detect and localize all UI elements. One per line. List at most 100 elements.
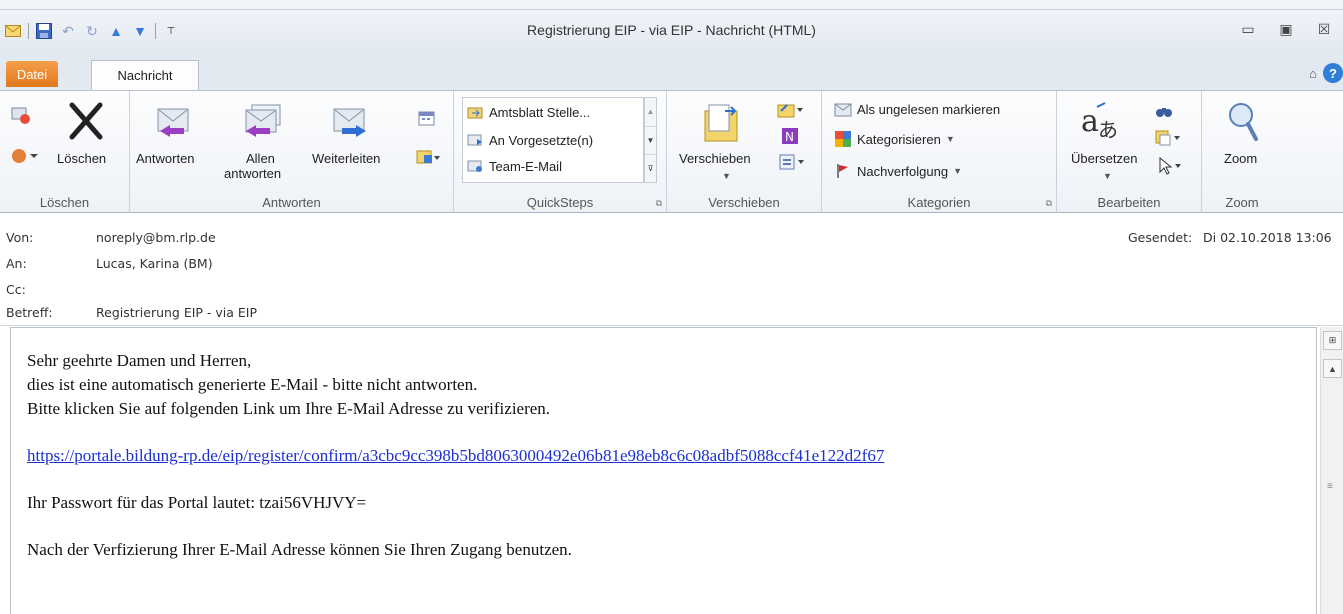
followup-label: Nachverfolgung (857, 163, 949, 179)
categorize-icon (834, 130, 852, 148)
group-label-antworten: Antworten (262, 195, 321, 210)
reply-button[interactable]: Antworten (136, 151, 195, 166)
group-label-loeschen: Löschen (39, 195, 90, 210)
mark-unread-button[interactable]: Als ungelesen markieren (834, 100, 1000, 118)
confirm-link[interactable]: https://portale.bildung-rp.de/eip/regist… (27, 446, 884, 466)
followup-button[interactable]: Nachverfolgung ▼ (834, 162, 962, 180)
from-value[interactable]: noreply@bm.rlp.de (96, 230, 216, 245)
move-dropdown-icon[interactable]: ▼ (722, 171, 731, 181)
scroll-up-icon[interactable]: ▲ (645, 98, 656, 126)
body-password: Ihr Passwort für das Portal lautet: tzai… (27, 493, 367, 512)
group-label-zoom: Zoom (1225, 195, 1259, 210)
quickstep-label: An Vorgesetzte(n) (489, 132, 594, 148)
dialog-launcher-icon[interactable]: ⧉ (656, 198, 662, 209)
group-zoom: Zoom Zoom (1202, 91, 1282, 213)
more-respond-icon[interactable] (416, 149, 442, 172)
svg-text:a: a (1081, 104, 1099, 139)
body-line-verify: Bitte klicken Sie auf folgenden Link um … (27, 399, 551, 418)
group-label-kategorien: Kategorien (907, 195, 971, 210)
window-controls: ▭ ▣ ☒ (1229, 16, 1343, 42)
ignore-icon[interactable] (10, 105, 32, 130)
ribbon: Löschen Löschen Antworten Allen antworte… (0, 90, 1343, 213)
quickstep-item-team[interactable]: Team-E-Mail (466, 157, 562, 175)
window-title: Registrierung EIP - via EIP - Nachricht … (527, 22, 816, 38)
zoom-button[interactable]: Zoom (1224, 151, 1257, 166)
categorize-button[interactable]: Kategorisieren ▼ (834, 130, 955, 148)
group-loeschen: Löschen Löschen (0, 91, 130, 213)
sent-label: Gesendet: (1128, 230, 1193, 245)
translate-icon[interactable]: aあ (1081, 101, 1121, 146)
minimize-button[interactable]: ▭ (1229, 16, 1267, 42)
translate-button[interactable]: Übersetzen (1071, 151, 1137, 166)
onenote-icon[interactable]: N (781, 127, 799, 150)
group-verschieben: Verschieben ▼ N Verschieben (667, 91, 822, 213)
group-label-bearbeiten: Bearbeiten (1097, 195, 1161, 210)
cc-label: Cc: (6, 282, 26, 297)
vertical-scrollbar[interactable]: ⊞ ▲ ≡ (1320, 327, 1343, 614)
delete-label[interactable]: Löschen (57, 151, 106, 166)
group-quicksteps: Amtsblatt Stelle... An Vorgesetzte(n) Te… (454, 91, 667, 213)
to-label: An: (6, 256, 27, 271)
title-bar: ↶ ↻ ▲ ▼ ⊤ Registrierung EIP - via EIP - … (0, 0, 1343, 55)
cleanup-icon[interactable] (10, 147, 40, 170)
find-icon[interactable] (1155, 103, 1173, 124)
scroll-down-icon[interactable]: ▼ (645, 126, 656, 154)
ribbon-tabs: Datei Nachricht ⌂ ? (0, 55, 1343, 90)
related-icon[interactable] (1155, 129, 1183, 152)
select-icon[interactable] (1157, 156, 1185, 180)
smart-tag-icon[interactable]: ⊞ (1323, 331, 1342, 350)
group-label-verschieben: Verschieben (708, 195, 780, 210)
group-label-quicksteps: QuickSteps (526, 195, 594, 210)
scroll-thumb-grip-icon[interactable]: ≡ (1327, 481, 1333, 492)
move-button[interactable]: Verschieben (679, 151, 751, 166)
chevron-down-icon: ▼ (953, 166, 962, 176)
to-value[interactable]: Lucas, Karina (BM) (96, 256, 213, 271)
quickstep-forward-icon (466, 131, 484, 149)
maximize-button[interactable]: ▣ (1267, 16, 1305, 42)
chevron-down-icon: ▼ (945, 134, 955, 144)
dialog-launcher-icon[interactable]: ⧉ (1046, 198, 1052, 209)
envelope-unread-icon (834, 100, 852, 118)
quicksteps-scroll: ▲ ▼ ⊽ (644, 97, 657, 183)
reply-all-icon[interactable] (240, 103, 284, 146)
sent-value: Di 02.10.2018 13:06 (1203, 230, 1332, 245)
header-separator (0, 325, 1343, 326)
delete-icon[interactable] (66, 101, 106, 146)
quickstep-move-icon (466, 103, 484, 121)
quickstep-item-amtsblatt[interactable]: Amtsblatt Stelle... (466, 103, 590, 121)
categorize-label: Kategorisieren (857, 131, 941, 147)
top-border (0, 9, 1343, 10)
move-icon[interactable] (701, 101, 743, 150)
close-button[interactable]: ☒ (1305, 16, 1343, 42)
reply-all-label-1[interactable]: Allen (246, 151, 275, 166)
mark-unread-label: Als ungelesen markieren (857, 101, 1001, 117)
forward-button[interactable]: Weiterleiten (312, 151, 380, 166)
body-line-auto: dies ist eine automatisch generierte E-M… (27, 375, 478, 394)
body-greeting: Sehr geehrte Damen und Herren, (27, 351, 252, 370)
collapse-ribbon-icon[interactable]: ⌂ (1309, 66, 1317, 81)
from-label: Von: (6, 230, 34, 245)
scroll-up-button[interactable]: ▲ (1323, 359, 1342, 378)
rules-icon[interactable] (777, 101, 805, 124)
quickstep-item-vorgesetzte[interactable]: An Vorgesetzte(n) (466, 131, 593, 149)
expand-gallery-icon[interactable]: ⊽ (645, 154, 656, 182)
forward-icon[interactable] (330, 105, 370, 146)
meeting-icon[interactable] (418, 109, 436, 132)
translate-dropdown-icon[interactable]: ▼ (1103, 171, 1112, 181)
group-antworten: Antworten Allen antworten Weiterleiten A… (130, 91, 454, 213)
reply-icon[interactable] (152, 105, 192, 146)
quickstep-team-email-icon (466, 157, 484, 175)
actions-icon[interactable] (779, 153, 807, 176)
reply-all-label-2[interactable]: antworten (224, 166, 281, 181)
quickstep-label: Amtsblatt Stelle... (489, 104, 591, 120)
zoom-icon[interactable] (1226, 101, 1260, 148)
tab-bar-right: ⌂ ? (1309, 63, 1343, 83)
group-kategorien: Als ungelesen markieren Kategorisieren ▼… (822, 91, 1057, 213)
body-closing: Nach der Verfizierung Ihrer E-Mail Adres… (27, 540, 572, 559)
quickstep-label: Team-E-Mail (489, 158, 562, 174)
group-bearbeiten: aあ Übersetzen ▼ Bearbeiten (1057, 91, 1202, 213)
help-icon[interactable]: ? (1323, 63, 1343, 83)
message-body: Sehr geehrte Damen und Herren, dies ist … (10, 327, 1317, 614)
tab-message[interactable]: Nachricht (91, 60, 199, 90)
tab-file[interactable]: Datei (6, 61, 58, 87)
